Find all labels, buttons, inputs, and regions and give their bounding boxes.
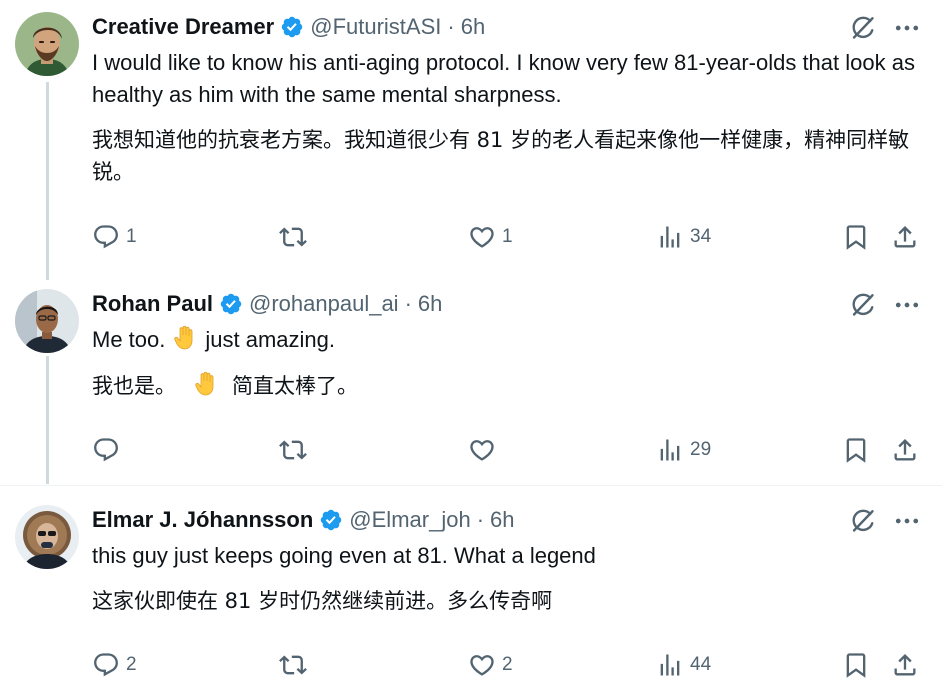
more-options-icon[interactable] (892, 506, 922, 536)
display-name[interactable]: Elmar J. Jóhannsson (92, 505, 313, 535)
reply-icon (92, 651, 120, 679)
heart-icon (468, 651, 496, 679)
avatar[interactable] (15, 289, 79, 353)
timestamp[interactable]: 6h (418, 289, 442, 319)
tweet-header: Elmar J. Jóhannsson @Elmar_joh · 6h (92, 505, 515, 535)
avatar[interactable] (15, 12, 79, 76)
views-icon (656, 223, 684, 251)
retweet-button[interactable] (279, 650, 313, 680)
tweet-text-part: Me too. (92, 327, 166, 352)
retweet-button[interactable] (279, 222, 313, 252)
view-count: 29 (690, 439, 712, 460)
tweet-text-part: 我也是。 (92, 374, 176, 398)
tweet-text-part: just amazing. (205, 327, 335, 352)
share-icon (891, 223, 919, 251)
more-options-icon[interactable] (892, 290, 922, 320)
verified-badge-icon (280, 15, 304, 39)
tweet-text-translation: 我也是。 简直太棒了。 (92, 370, 922, 402)
more-options-icon[interactable] (892, 13, 922, 43)
avatar[interactable] (15, 505, 79, 569)
display-name[interactable]: Creative Dreamer (92, 12, 274, 42)
verified-badge-icon (319, 508, 343, 532)
tweet-text-part: 简直太棒了。 (232, 374, 358, 398)
bookmark-icon (842, 651, 870, 679)
action-bar: 29 (0, 435, 942, 465)
tweet-text: this guy just keeps going even at 81. Wh… (92, 543, 596, 568)
retweet-icon (279, 436, 307, 464)
tweet-3[interactable]: Elmar J. Jóhannsson @Elmar_joh · 6h this… (0, 496, 942, 696)
avatar-photo-man (15, 289, 79, 353)
views-icon (656, 436, 684, 464)
display-name[interactable]: Rohan Paul (92, 289, 213, 319)
share-button[interactable] (891, 435, 919, 465)
tweet-text: I would like to know his anti-aging prot… (92, 50, 915, 107)
tweet-header: Rohan Paul @rohanpaul_ai · 6h (92, 289, 442, 319)
bookmark-button[interactable] (842, 435, 870, 465)
share-icon (891, 436, 919, 464)
timestamp[interactable]: 6h (490, 505, 514, 535)
like-button[interactable]: 1 (468, 222, 513, 252)
view-count: 34 (690, 226, 712, 247)
grok-icon[interactable] (848, 506, 878, 536)
tweet-text: Me too. just amazing. (92, 324, 922, 356)
reply-count: 1 (126, 226, 137, 247)
like-button[interactable] (468, 435, 502, 465)
tweet-text-translation: 我想知道他的抗衰老方案。我知道很少有 81 岁的老人看起来像他一样健康，精神同样… (92, 128, 910, 184)
action-bar: 1 1 34 (0, 222, 942, 252)
retweet-icon (279, 651, 307, 679)
views-icon (656, 651, 684, 679)
separator-dot: · (447, 14, 455, 39)
bookmark-button[interactable] (842, 650, 870, 680)
bookmark-icon (842, 223, 870, 251)
view-count: 44 (690, 654, 712, 675)
tweet-text-translation: 这家伙即使在 81 岁时仍然继续前进。多么传奇啊 (92, 589, 553, 613)
grok-icon[interactable] (848, 290, 878, 320)
reply-count: 2 (126, 654, 137, 675)
action-bar: 2 2 44 (0, 650, 942, 680)
tweet-2[interactable]: Rohan Paul @rohanpaul_ai · 6h Me too. jus… (0, 280, 942, 480)
user-handle[interactable]: @FuturistASI (310, 12, 441, 42)
reply-button[interactable]: 2 (92, 650, 137, 680)
share-icon (891, 651, 919, 679)
views-button[interactable]: 44 (656, 650, 711, 680)
heart-icon (468, 223, 496, 251)
views-button[interactable]: 29 (656, 435, 711, 465)
like-count: 1 (502, 226, 513, 247)
tweet-1[interactable]: Creative Dreamer @FuturistASI · 6h I wou… (0, 0, 942, 270)
user-handle[interactable]: @rohanpaul_ai (249, 289, 399, 319)
tweet-divider (0, 485, 942, 486)
separator-dot: · (404, 291, 412, 316)
timestamp[interactable]: 6h (461, 12, 485, 42)
bookmark-button[interactable] (842, 222, 870, 252)
verified-badge-icon (219, 292, 243, 316)
tweet-header: Creative Dreamer @FuturistASI · 6h (92, 12, 485, 42)
raised-hand-emoji (173, 325, 197, 351)
views-button[interactable]: 34 (656, 222, 711, 252)
user-handle[interactable]: @Elmar_joh (349, 505, 470, 535)
like-count: 2 (502, 654, 513, 675)
reply-button[interactable]: 1 (92, 222, 137, 252)
reply-icon (92, 223, 120, 251)
avatar-photo-fur-hood (15, 505, 79, 569)
share-button[interactable] (891, 222, 919, 252)
like-button[interactable]: 2 (468, 650, 513, 680)
retweet-button[interactable] (279, 435, 313, 465)
reply-icon (92, 436, 120, 464)
raised-hand-emoji (194, 371, 218, 397)
retweet-icon (279, 223, 307, 251)
avatar-illustrated-man (15, 12, 79, 76)
bookmark-icon (842, 436, 870, 464)
separator-dot: · (476, 507, 485, 532)
reply-button[interactable] (92, 435, 126, 465)
share-button[interactable] (891, 650, 919, 680)
heart-icon (468, 436, 496, 464)
grok-icon[interactable] (848, 13, 878, 43)
